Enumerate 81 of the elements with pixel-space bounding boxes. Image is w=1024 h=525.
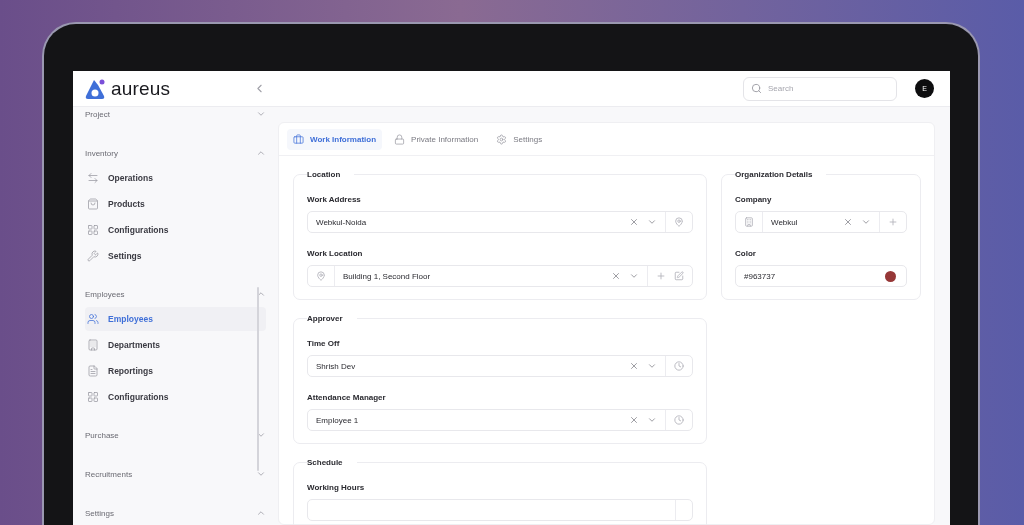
building-icon <box>87 339 99 351</box>
field-label: Work Location <box>307 249 364 258</box>
field-label: Time Off <box>307 339 341 348</box>
color-field[interactable]: #963737 <box>735 265 907 287</box>
arrows-icon <box>87 172 99 184</box>
map-pin-icon <box>674 217 684 227</box>
section-title: Location <box>307 170 342 179</box>
document-icon <box>87 365 99 377</box>
users-icon <box>87 313 99 325</box>
tab[interactable]: Settings <box>490 128 549 150</box>
select-field[interactable]: Webkul <box>735 211 907 233</box>
field-label: Work Address <box>307 195 362 204</box>
group-label: Project <box>85 109 110 119</box>
sidebar-item[interactable]: Configurations <box>85 385 266 409</box>
field-value: Building 1, Second Floor <box>342 271 432 281</box>
section-title: Schedule <box>307 458 344 467</box>
clear-icon <box>629 361 639 371</box>
field-value: Webkul <box>770 217 799 227</box>
section-title: Organization Details <box>735 170 814 179</box>
sidebar-item[interactable]: Employees <box>85 307 266 331</box>
edit-icon <box>674 271 684 281</box>
chevron-down-icon[interactable] <box>256 109 266 119</box>
select-field[interactable]: Employee 1 <box>307 409 693 431</box>
field-value: #963737 <box>743 271 777 281</box>
field-label: Attendance Manager <box>307 393 387 402</box>
group-label: Purchase <box>85 430 119 440</box>
section-title: Approver <box>307 314 344 323</box>
logo-icon <box>85 77 107 100</box>
chevron-down-icon <box>629 271 639 281</box>
sidebar-item[interactable]: Operations <box>85 166 266 190</box>
chevron-down-icon <box>647 361 657 371</box>
chevron-down-icon <box>647 217 657 227</box>
chevron-up-icon[interactable] <box>256 289 266 299</box>
sidebar-item[interactable]: Products <box>85 192 266 216</box>
sidebar-item[interactable]: Reportings <box>85 359 266 383</box>
tab[interactable]: Work Information <box>287 128 383 150</box>
sidebar-item[interactable]: Configurations <box>85 218 266 242</box>
tab[interactable]: Private Information <box>388 128 485 150</box>
grid-icon <box>87 391 99 403</box>
clock-icon <box>674 415 684 425</box>
group-label: Recruitments <box>85 469 133 479</box>
chevron-up-icon[interactable] <box>256 508 266 518</box>
clear-icon <box>629 415 639 425</box>
building-icon <box>744 217 754 227</box>
select-field[interactable]: Shrish Dev <box>307 355 693 377</box>
chevron-up-icon[interactable] <box>256 148 266 158</box>
clear-icon <box>629 217 639 227</box>
grid-icon <box>87 224 99 236</box>
bag-icon <box>87 198 99 210</box>
select-field[interactable]: Webkul-Noida <box>307 211 693 233</box>
sidebar-item[interactable]: Settings <box>85 244 266 268</box>
field-value: Employee 1 <box>315 415 360 425</box>
field-label: Color <box>735 249 757 258</box>
sidebar-item[interactable]: Departments <box>85 333 266 357</box>
search-field[interactable]: Search <box>743 76 897 101</box>
field-value: Webkul-Noida <box>315 217 368 227</box>
wrench-icon <box>87 250 99 262</box>
field-value: Shrish Dev <box>315 361 357 371</box>
brand-name: aureus <box>111 77 171 100</box>
clear-icon <box>843 217 853 227</box>
scrollbar[interactable] <box>257 287 259 471</box>
map-pin-icon <box>316 271 326 281</box>
group-label: Settings <box>85 508 114 518</box>
clear-icon <box>611 271 621 281</box>
search-icon <box>751 82 762 94</box>
chevron-down-icon[interactable] <box>256 469 266 479</box>
field-label: Company <box>735 195 773 204</box>
group-label: Inventory <box>85 148 118 158</box>
plus-icon <box>656 271 666 281</box>
clock-icon <box>674 361 684 371</box>
group-label: Employees <box>85 289 125 299</box>
chevron-down-icon <box>647 415 657 425</box>
color-swatch <box>885 270 896 282</box>
plus-icon <box>888 217 898 227</box>
settings-icon <box>496 133 508 145</box>
chevron-down-icon <box>861 217 871 227</box>
field-label: Working Hours <box>307 483 366 492</box>
briefcase-icon <box>293 133 304 145</box>
chevron-down-icon[interactable] <box>256 430 266 440</box>
select-field[interactable]: Building 1, Second Floor <box>307 265 693 287</box>
lock-icon <box>394 133 406 145</box>
